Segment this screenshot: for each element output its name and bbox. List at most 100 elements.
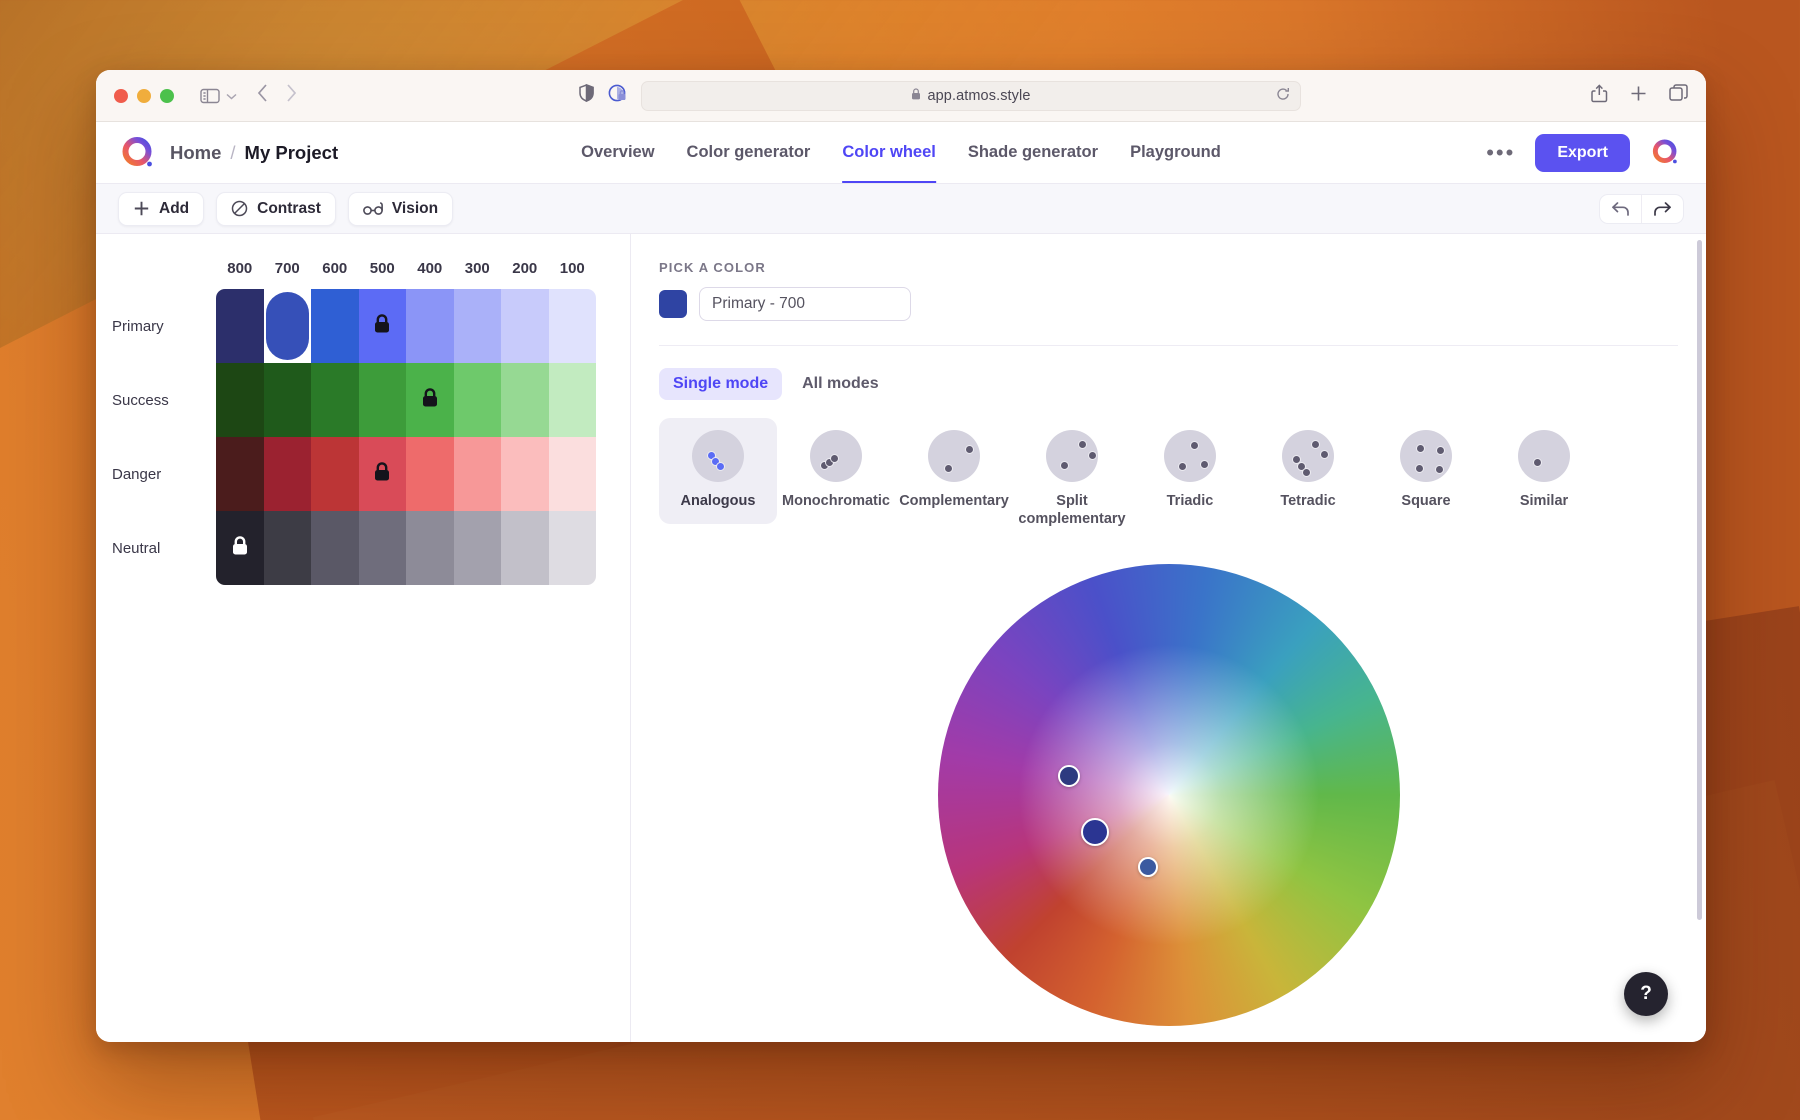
swatch-success-300[interactable] (454, 363, 502, 437)
help-button[interactable]: ? (1624, 972, 1668, 1016)
tab-overview-icon[interactable] (1669, 84, 1688, 107)
tab-color-wheel[interactable]: Color wheel (842, 122, 936, 183)
divider (659, 345, 1678, 346)
tab-playground[interactable]: Playground (1130, 122, 1221, 183)
swatch-neutral-500[interactable] (359, 511, 407, 585)
contrast-button[interactable]: Contrast (216, 192, 336, 226)
swatch-success-400[interactable] (406, 363, 454, 437)
privacy-report-icon[interactable] (608, 84, 627, 108)
swatch-neutral-300[interactable] (454, 511, 502, 585)
swatch-danger-800[interactable] (216, 437, 264, 511)
forward-chevron-icon[interactable] (286, 84, 297, 107)
swatch-neutral-200[interactable] (501, 511, 549, 585)
swatch-success-500[interactable] (359, 363, 407, 437)
swatch-primary-300[interactable] (454, 289, 502, 363)
swatch-success-800[interactable] (216, 363, 264, 437)
harmony-card-triadic[interactable]: Triadic (1131, 418, 1249, 524)
wheel-marker-3[interactable] (1138, 857, 1158, 877)
address-bar[interactable]: app.atmos.style (641, 81, 1301, 111)
color-wheel[interactable] (938, 564, 1400, 1026)
minimize-window-button[interactable] (137, 89, 151, 103)
swatch-danger-700[interactable] (264, 437, 312, 511)
harmony-dot (1320, 450, 1329, 459)
share-icon[interactable] (1591, 84, 1608, 108)
reload-icon[interactable] (1276, 87, 1290, 104)
tab-color-generator[interactable]: Color generator (687, 122, 811, 183)
palette-rows: Primary Success Danger Neutral (112, 289, 630, 585)
harmony-dot (1178, 462, 1187, 471)
harmony-card-analogous[interactable]: Analogous (659, 418, 777, 524)
palette-row-label-success: Success (112, 363, 216, 437)
swatch-danger-500[interactable] (359, 437, 407, 511)
swatch-neutral-600[interactable] (311, 511, 359, 585)
swatch-primary-200[interactable] (501, 289, 549, 363)
tab-all-modes[interactable]: All modes (788, 368, 892, 400)
swatch-success-100[interactable] (549, 363, 597, 437)
swatch-success-200[interactable] (501, 363, 549, 437)
swatch-primary-400[interactable] (406, 289, 454, 363)
back-chevron-icon[interactable] (257, 84, 268, 107)
palette-swatch-group (216, 511, 596, 585)
sidebar-chevron-down-icon[interactable] (226, 89, 237, 103)
harmony-card-split-complementary[interactable]: Split complementary (1013, 418, 1131, 542)
swatch-primary-800[interactable] (216, 289, 264, 363)
swatch-neutral-700[interactable] (264, 511, 312, 585)
tab-overview[interactable]: Overview (581, 122, 654, 183)
swatch-danger-200[interactable] (501, 437, 549, 511)
pick-color-input[interactable] (699, 287, 911, 321)
tab-single-mode[interactable]: Single mode (659, 368, 782, 400)
swatch-primary-700[interactable] (264, 289, 312, 363)
sidebar-toggle-icon[interactable] (200, 88, 220, 104)
harmony-card-monochromatic[interactable]: Monochromatic (777, 418, 895, 524)
breadcrumb-project[interactable]: My Project (245, 142, 339, 164)
harmony-label: Triadic (1167, 492, 1214, 510)
add-button[interactable]: Add (118, 192, 204, 226)
redo-arrow-icon[interactable] (1641, 195, 1683, 223)
swatch-danger-400[interactable] (406, 437, 454, 511)
close-window-button[interactable] (114, 89, 128, 103)
breadcrumb-home[interactable]: Home (170, 142, 221, 164)
swatch-primary-500[interactable] (359, 289, 407, 363)
swatch-neutral-800[interactable] (216, 511, 264, 585)
swatch-danger-300[interactable] (454, 437, 502, 511)
vision-button[interactable]: Vision (348, 192, 453, 226)
contrast-icon (231, 200, 248, 217)
lock-icon[interactable] (373, 314, 391, 339)
pick-color-swatch[interactable] (659, 290, 687, 318)
swatch-primary-100[interactable] (549, 289, 597, 363)
undo-arrow-icon[interactable] (1600, 195, 1641, 223)
shade-header-500: 500 (359, 260, 407, 277)
lock-icon[interactable] (231, 536, 249, 561)
harmony-card-similar[interactable]: Similar (1485, 418, 1603, 524)
harmony-card-tetradic[interactable]: Tetradic (1249, 418, 1367, 524)
lock-icon[interactable] (373, 462, 391, 487)
harmony-card-square[interactable]: Square (1367, 418, 1485, 524)
wheel-marker-2[interactable] (1081, 818, 1109, 846)
panel-scrollbar[interactable] (1697, 240, 1702, 920)
shield-icon[interactable] (579, 84, 594, 107)
atmos-logo-icon[interactable] (120, 135, 156, 171)
maximize-window-button[interactable] (160, 89, 174, 103)
editor-toolbar: Add Contrast Vision (96, 184, 1706, 234)
avatar[interactable] (1650, 137, 1682, 169)
swatch-success-700[interactable] (264, 363, 312, 437)
swatch-neutral-100[interactable] (549, 511, 597, 585)
harmony-card-complementary[interactable]: Complementary (895, 418, 1013, 524)
harmony-disc-icon (928, 430, 980, 482)
more-options-button[interactable]: ••• (1486, 142, 1515, 164)
shade-header-600: 600 (311, 260, 359, 277)
lock-icon[interactable] (421, 388, 439, 413)
wheel-marker-1[interactable] (1058, 765, 1080, 787)
browser-toolbar: app.atmos.style (96, 70, 1706, 122)
shade-header-200: 200 (501, 260, 549, 277)
export-button[interactable]: Export (1535, 134, 1630, 172)
plus-icon[interactable] (1630, 85, 1647, 107)
swatch-danger-100[interactable] (549, 437, 597, 511)
harmony-dot (1200, 460, 1209, 469)
swatch-danger-600[interactable] (311, 437, 359, 511)
tab-shade-generator[interactable]: Shade generator (968, 122, 1098, 183)
palette-swatch-group (216, 437, 596, 511)
swatch-success-600[interactable] (311, 363, 359, 437)
swatch-neutral-400[interactable] (406, 511, 454, 585)
swatch-primary-600[interactable] (311, 289, 359, 363)
